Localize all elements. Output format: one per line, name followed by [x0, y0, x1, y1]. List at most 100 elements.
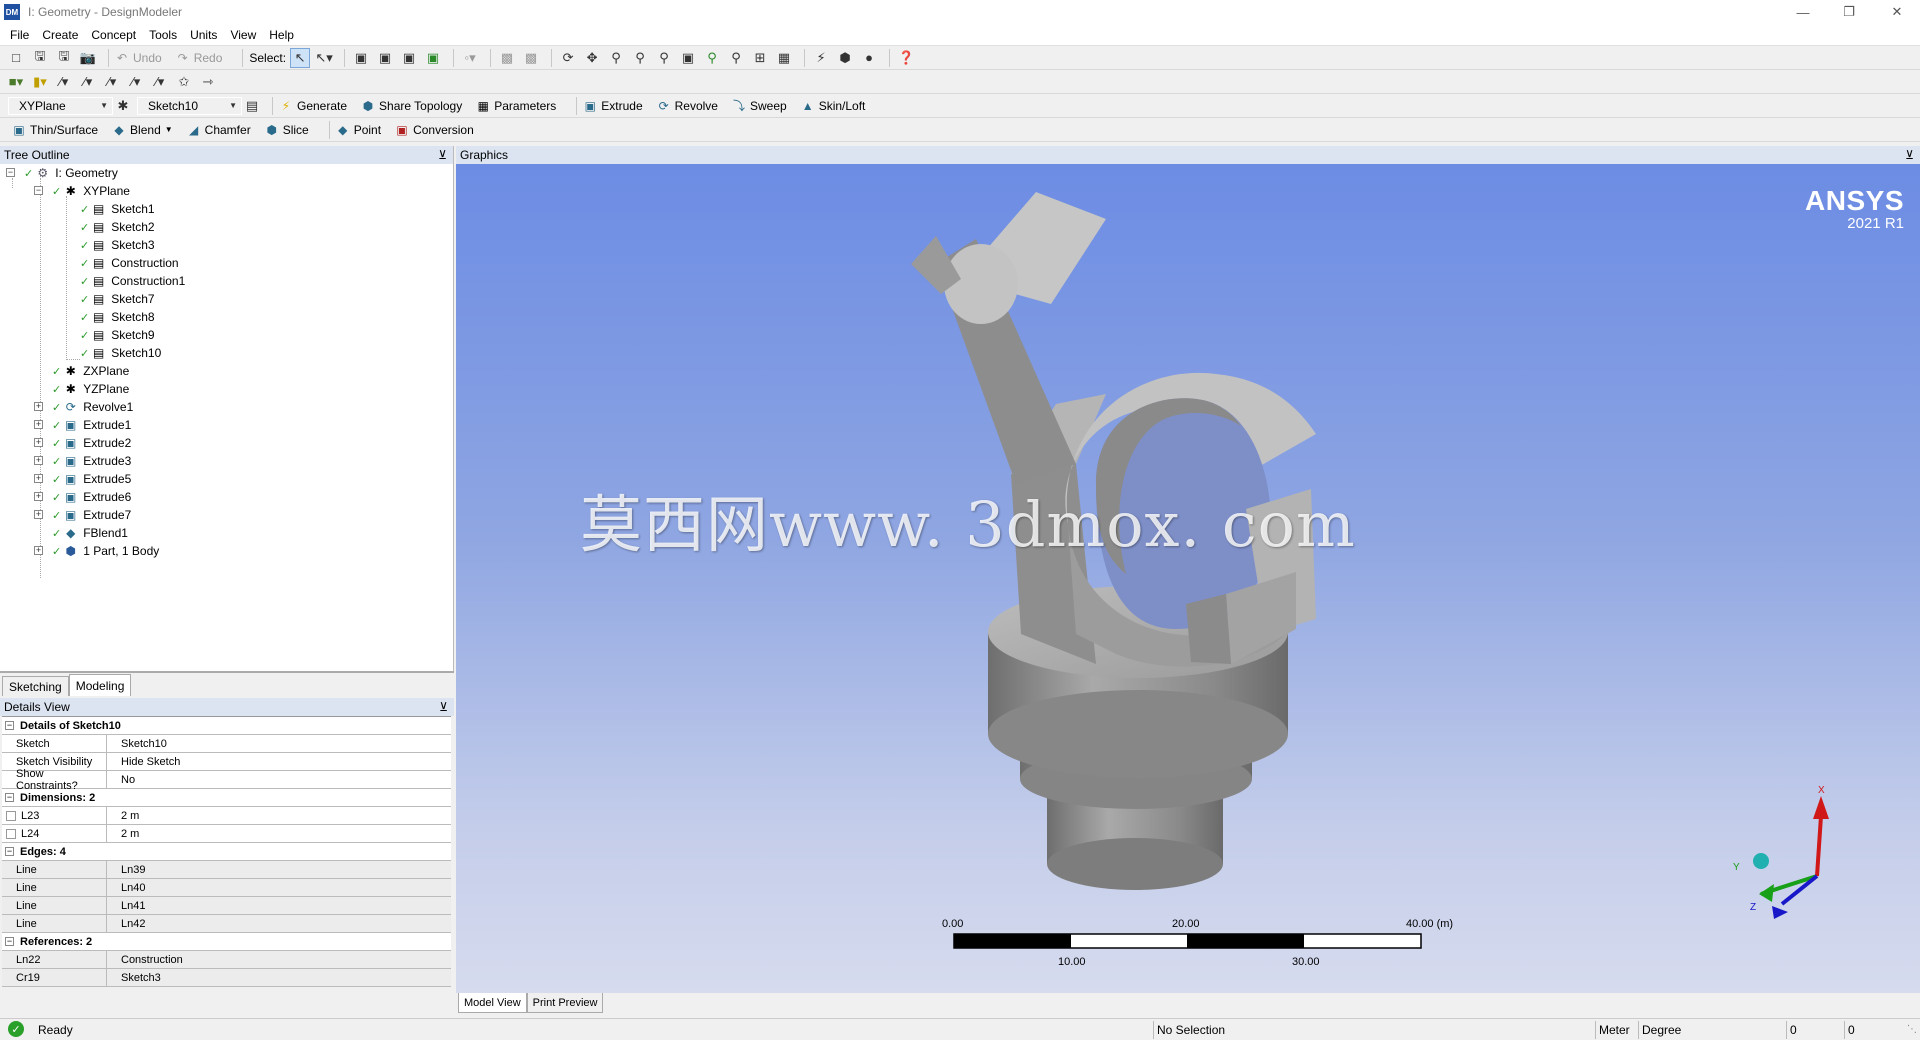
- tree-item-zxplane[interactable]: ✓ ✱ ZXPlane: [52, 362, 129, 380]
- magnifier-icon[interactable]: ⚲: [702, 48, 722, 68]
- tree-item-feature[interactable]: + ✓ ▣ Extrude3: [34, 452, 131, 470]
- tree-item-sketch[interactable]: ✓ ▤ Construction1: [80, 272, 185, 290]
- line-style-3-icon[interactable]: ∕▾: [102, 72, 122, 92]
- collapse-icon[interactable]: −: [34, 186, 43, 195]
- details-row[interactable]: Show Constraints? No: [2, 768, 451, 792]
- display-point-icon[interactable]: ●: [859, 48, 879, 68]
- collapse-icon[interactable]: −: [5, 847, 14, 856]
- collapse-icon[interactable]: −: [5, 721, 14, 730]
- select-filter-icon[interactable]: ↖▾: [314, 48, 334, 68]
- details-row[interactable]: Cr19 Sketch3: [2, 969, 451, 987]
- tab-modeling[interactable]: Modeling: [68, 674, 132, 696]
- menu-units[interactable]: Units: [190, 28, 217, 42]
- select-mode-icon[interactable]: ↖: [290, 47, 311, 68]
- blend-button[interactable]: ◆ Blend ▼: [112, 123, 172, 137]
- expand-icon[interactable]: +: [34, 546, 43, 555]
- select-none-icon[interactable]: ▩: [521, 48, 541, 68]
- tab-print-preview[interactable]: Print Preview: [526, 993, 604, 1013]
- zoom-icon[interactable]: ⚲: [606, 48, 626, 68]
- plane-select[interactable]: XYPlane ▼: [8, 96, 113, 115]
- select-point-icon[interactable]: ▣: [351, 48, 371, 68]
- details-row[interactable]: Line Ln42: [2, 915, 451, 933]
- model-canvas[interactable]: [456, 164, 1920, 993]
- expand-icon[interactable]: +: [34, 510, 43, 519]
- tree-item-sketch[interactable]: ✓ ▤ Sketch1: [80, 200, 155, 218]
- expand-icon[interactable]: +: [34, 492, 43, 501]
- details-row[interactable]: L23 2 m: [2, 807, 451, 825]
- zoom-box-icon[interactable]: ⚲: [654, 48, 674, 68]
- screenshot-icon[interactable]: 📷: [78, 48, 98, 68]
- tab-sketching[interactable]: Sketching: [2, 676, 69, 696]
- share-topology-button[interactable]: ⬢ Share Topology: [361, 99, 462, 113]
- parameters-button[interactable]: ▦ Parameters: [476, 99, 557, 113]
- conversion-button[interactable]: ▣ Conversion: [395, 123, 473, 137]
- tree-root[interactable]: − ✓ ⚙ I: Geometry: [6, 164, 118, 182]
- collapse-icon[interactable]: −: [5, 937, 14, 946]
- save-icon[interactable]: 🖫: [30, 48, 50, 68]
- zoom-in-icon[interactable]: ⚲: [630, 48, 650, 68]
- extrude-button[interactable]: ▣ Extrude: [583, 99, 643, 113]
- tree-item-xyplane[interactable]: − ✓ ✱ XYPlane: [34, 182, 130, 200]
- collapse-icon[interactable]: −: [6, 168, 15, 177]
- details-section-header[interactable]: − Details of Sketch10: [2, 717, 451, 735]
- generate-button[interactable]: ⚡ Generate: [279, 99, 347, 113]
- select-face-icon[interactable]: ▣: [399, 48, 419, 68]
- tree-item-feature[interactable]: + ✓ ▣ Extrude7: [34, 506, 131, 524]
- details-section-header[interactable]: − Edges: 4: [2, 843, 451, 861]
- tree-item-feature[interactable]: + ✓ ▣ Extrude1: [34, 416, 131, 434]
- tree-item-sketch[interactable]: ✓ ▤ Sketch8: [80, 308, 155, 326]
- menu-view[interactable]: View: [230, 28, 256, 42]
- restore-button[interactable]: ❐: [1826, 0, 1872, 24]
- save-as-icon[interactable]: 🖫: [54, 48, 74, 68]
- resize-grip-icon[interactable]: ⋱: [1907, 1024, 1917, 1035]
- tree-item-feature[interactable]: + ✓ ▣ Extrude2: [34, 434, 131, 452]
- sweep-button[interactable]: ⤵ Sweep: [732, 99, 787, 114]
- pin-hole[interactable]: [944, 244, 1018, 324]
- menu-help[interactable]: Help: [269, 28, 294, 42]
- details-row[interactable]: Line Ln39: [2, 861, 451, 879]
- pin-icon[interactable]: ✩: [174, 72, 194, 92]
- zoom-fit-icon[interactable]: ▣: [678, 48, 698, 68]
- details-section-header[interactable]: − References: 2: [2, 933, 451, 951]
- shaft-bottom[interactable]: [1047, 838, 1223, 890]
- details-row[interactable]: Line Ln41: [2, 897, 451, 915]
- line-style-5-icon[interactable]: ∕▾: [150, 72, 170, 92]
- pin-icon[interactable]: ⊻: [439, 700, 448, 714]
- details-section-header[interactable]: − Dimensions: 2: [2, 789, 451, 807]
- 3d-viewport[interactable]: ANSYS 2021 R1 莫西网www. 3dmox. com 0.00 20…: [456, 164, 1920, 993]
- minimize-button[interactable]: —: [1780, 0, 1826, 24]
- tree-item-sketch[interactable]: ✓ ▤ Sketch2: [80, 218, 155, 236]
- pin-icon[interactable]: ⊻: [1905, 148, 1914, 162]
- tree-item-feature[interactable]: + ✓ ▣ Extrude6: [34, 488, 131, 506]
- tree-item-sketch[interactable]: ✓ ▤ Construction: [80, 254, 179, 272]
- details-row[interactable]: Line Ln40: [2, 879, 451, 897]
- tree-item-bodies[interactable]: + ✓ ⬢ 1 Part, 1 Body: [34, 542, 159, 560]
- zoom-out-icon[interactable]: ⚲: [726, 48, 746, 68]
- expand-icon[interactable]: +: [34, 420, 43, 429]
- help-cursor-icon[interactable]: ❓: [896, 48, 916, 68]
- tree-item-sketch[interactable]: ✓ ▤ Sketch10: [80, 344, 161, 362]
- extend-select-icon[interactable]: ◦▾: [460, 48, 480, 68]
- select-body-icon[interactable]: ▣: [423, 48, 443, 68]
- pin-icon[interactable]: ⊻: [438, 148, 447, 162]
- close-button[interactable]: ✕: [1874, 0, 1920, 24]
- parameter-checkbox[interactable]: [6, 810, 16, 821]
- redo-button[interactable]: ↷ Redo: [176, 51, 223, 65]
- new-plane-icon[interactable]: ✱: [113, 96, 133, 116]
- thin-surface-button[interactable]: ▣ Thin/Surface: [12, 123, 98, 137]
- menu-file[interactable]: File: [10, 28, 29, 42]
- select-all-icon[interactable]: ▩: [497, 48, 517, 68]
- collapse-icon[interactable]: −: [5, 793, 14, 802]
- display-model-icon[interactable]: ⬢: [835, 48, 855, 68]
- tree-item-fblend[interactable]: ✓ ◆ FBlend1: [52, 524, 128, 542]
- triad-icon[interactable]: ⚡: [811, 48, 831, 68]
- sketch-edit-icon[interactable]: ⇾: [198, 72, 218, 92]
- chamfer-button[interactable]: ◢ Chamfer: [187, 123, 251, 137]
- select-edge-icon[interactable]: ▣: [375, 48, 395, 68]
- tree-item-yzplane[interactable]: ✓ ✱ YZPlane: [52, 380, 129, 398]
- line-style-1-icon[interactable]: ∕▾: [54, 72, 74, 92]
- expand-icon[interactable]: +: [34, 456, 43, 465]
- expand-icon[interactable]: +: [34, 438, 43, 447]
- menu-concept[interactable]: Concept: [91, 28, 136, 42]
- edge-color-icon[interactable]: ▮▾: [30, 72, 50, 92]
